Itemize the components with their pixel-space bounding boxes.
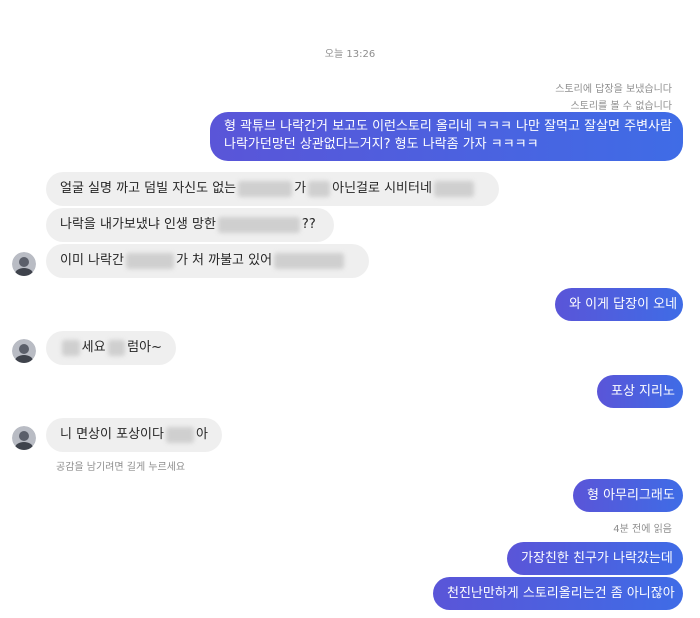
message-text: 포상 지리노 [611, 384, 675, 399]
message-text: 가 [294, 181, 307, 196]
message-text: 이미 나락간 [60, 253, 124, 268]
redacted-text [274, 253, 345, 269]
redacted-text [433, 181, 474, 197]
chat-timestamp: 오늘 13:26 [324, 49, 376, 60]
message-text: 형 아무리그래도 [587, 488, 675, 503]
profile-photo-icon [12, 339, 36, 363]
avatar[interactable] [12, 426, 36, 450]
outgoing-message[interactable]: 와 이게 답장이 오네 [555, 288, 683, 321]
message-text: 나락을 내가보냈냐 인생 망한 [60, 217, 216, 232]
outgoing-message[interactable]: 형 곽튜브 나락간거 보고도 이런스토리 올리네 ㅋㅋㅋ 나만 잘먹고 잘살면 … [210, 112, 683, 161]
message-text: 얼굴 실명 까고 덤빌 자신도 없는 [60, 181, 237, 196]
story-unavailable-notice: 스토리를 볼 수 없습니다 [570, 101, 672, 112]
read-receipt: 4분 전에 읽음 [613, 524, 672, 535]
avatar[interactable] [12, 252, 36, 276]
redacted-text [238, 181, 293, 197]
message-text-line: 형 곽튜브 나락간거 보고도 이런스토리 올리네 ㅋㅋㅋ 나만 잘먹고 잘살면 … [224, 119, 672, 134]
message-text: 천진난만하게 스토리올리는건 좀 아니잖아 [447, 586, 675, 601]
redacted-text [125, 253, 174, 269]
message-text: 니 면상이 포상이다 [60, 427, 164, 442]
outgoing-message[interactable]: 천진난만하게 스토리올리는건 좀 아니잖아 [433, 577, 683, 610]
profile-photo-icon [12, 426, 36, 450]
redacted-text [165, 427, 195, 443]
outgoing-message[interactable]: 가장친한 친구가 나락갔는데 [507, 542, 683, 575]
message-text: 럼아~ [127, 340, 162, 355]
message-text: 아 [196, 427, 208, 442]
outgoing-message[interactable]: 형 아무리그래도 [573, 479, 683, 512]
incoming-message[interactable]: 얼굴 실명 까고 덤빌 자신도 없는 가 아닌걸로 시비터네 [46, 172, 499, 206]
profile-photo-icon [12, 252, 36, 276]
reaction-hint: 공감을 남기려면 길게 누르세요 [56, 462, 186, 473]
message-text: 아닌걸로 시비터네 [332, 181, 432, 196]
message-text: 와 이게 답장이 오네 [569, 297, 678, 312]
incoming-message[interactable]: 니 면상이 포상이다 아 [46, 418, 222, 452]
message-text: 가장친한 친구가 나락갔는데 [521, 551, 673, 566]
redacted-text [217, 217, 300, 233]
message-text: 세요 [81, 340, 106, 355]
outgoing-message[interactable]: 포상 지리노 [597, 375, 683, 408]
message-text: 가 처 까불고 있어 [175, 253, 273, 268]
message-text: ?? [301, 217, 316, 232]
incoming-message[interactable]: 나락을 내가보냈냐 인생 망한 ?? [46, 208, 334, 242]
incoming-message[interactable]: 이미 나락간 가 처 까불고 있어 [46, 244, 369, 278]
redacted-text [107, 340, 126, 356]
redacted-text [62, 340, 80, 356]
message-text-line: 나락가던망던 상관없다느거지? 형도 나락좀 가자 ㅋㅋㅋㅋ [224, 137, 539, 152]
redacted-text [308, 181, 331, 197]
story-reply-notice: 스토리에 답장을 보냈습니다 [555, 84, 672, 95]
avatar[interactable] [12, 339, 36, 363]
incoming-message[interactable]: 세요 럼아~ [46, 331, 176, 365]
